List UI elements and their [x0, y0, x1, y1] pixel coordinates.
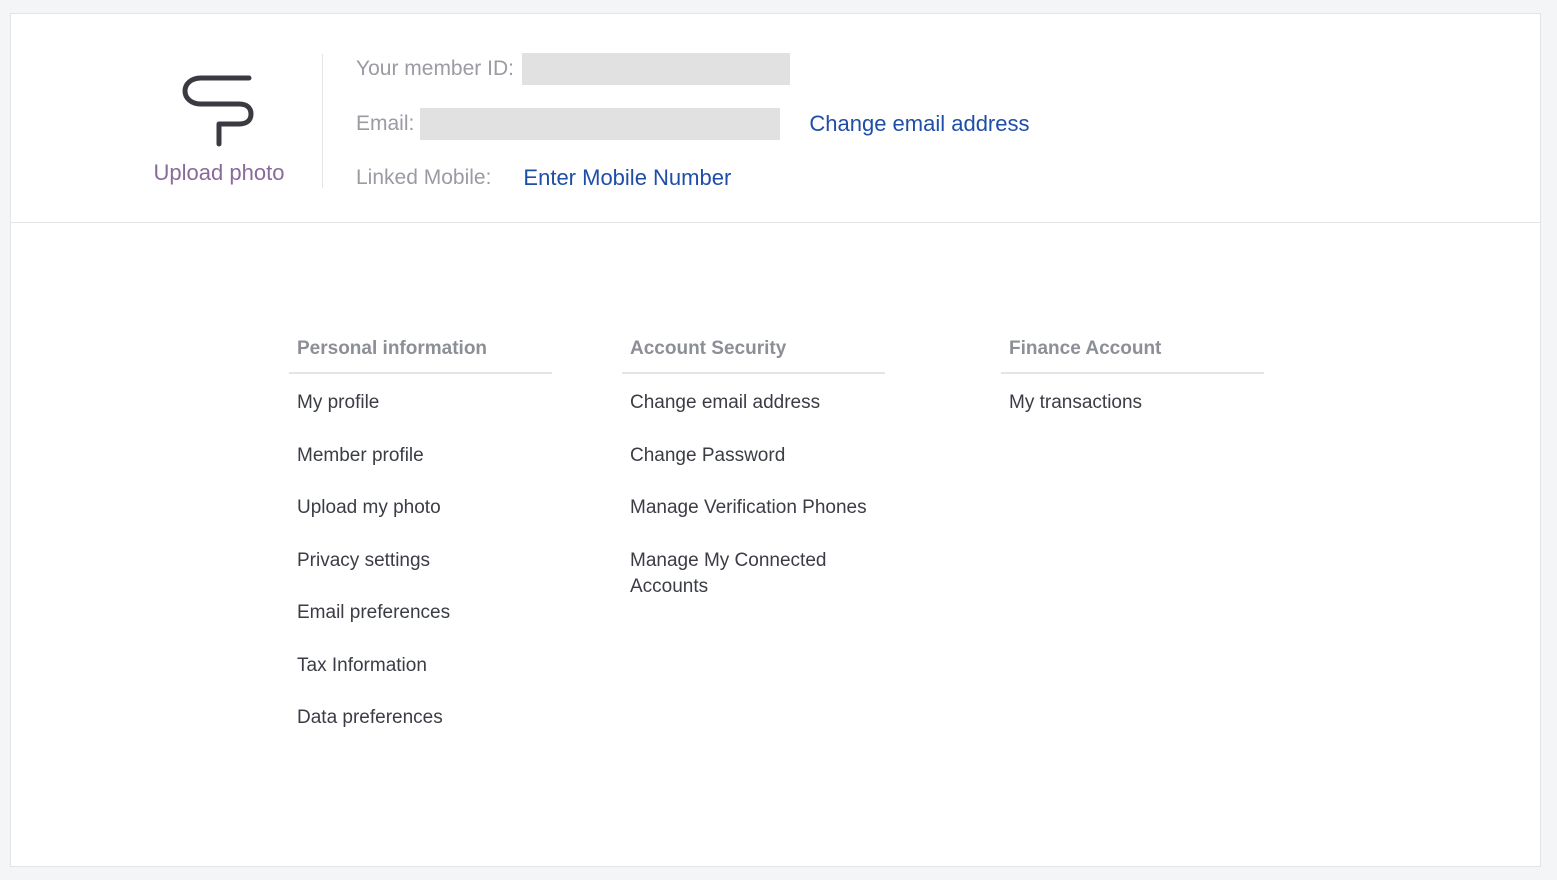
account-security-column: Account Security Change email address Ch… [622, 334, 885, 600]
menu-item-manage-connected-accounts[interactable]: Manage My Connected Accounts [622, 548, 885, 601]
menu-item-privacy-settings[interactable]: Privacy settings [289, 548, 552, 601]
menu-item-tax-information[interactable]: Tax Information [289, 653, 552, 706]
menu-item-member-profile[interactable]: Member profile [289, 443, 552, 496]
avatar[interactable]: Upload photo [139, 64, 299, 194]
member-id-label: Your member ID: [356, 57, 514, 80]
menu-item-my-profile[interactable]: My profile [289, 390, 552, 443]
change-email-link[interactable]: Change email address [809, 111, 1029, 137]
menu-item-change-password[interactable]: Change Password [622, 443, 885, 496]
email-row: Email: Change email address [356, 107, 1030, 141]
personal-information-column: Personal information My profile Member p… [289, 334, 552, 758]
profile-logo-icon [182, 75, 254, 147]
finance-account-list: My transactions [1001, 374, 1264, 443]
personal-information-list: My profile Member profile Upload my phot… [289, 374, 552, 758]
menu-item-change-email-address[interactable]: Change email address [622, 390, 885, 443]
member-id-row: Your member ID: [356, 52, 790, 86]
menu-item-data-preferences[interactable]: Data preferences [289, 705, 552, 758]
menu-item-my-transactions[interactable]: My transactions [1001, 390, 1264, 443]
account-security-list: Change email address Change Password Man… [622, 374, 885, 600]
menu-item-upload-my-photo[interactable]: Upload my photo [289, 495, 552, 548]
upload-photo-link[interactable]: Upload photo [139, 160, 299, 186]
linked-mobile-row: Linked Mobile: Enter Mobile Number [356, 161, 731, 195]
finance-account-title: Finance Account [1001, 334, 1264, 374]
account-security-title: Account Security [622, 334, 885, 374]
finance-account-column: Finance Account My transactions [1001, 334, 1264, 443]
email-label: Email: [356, 112, 415, 135]
menu-item-manage-verification-phones[interactable]: Manage Verification Phones [622, 495, 885, 548]
header-divider [322, 54, 323, 188]
linked-mobile-label: Linked Mobile: [356, 166, 492, 189]
account-settings-card: Upload photo Your member ID: Email: Chan… [10, 13, 1541, 867]
menu-item-email-preferences[interactable]: Email preferences [289, 600, 552, 653]
personal-information-title: Personal information [289, 334, 552, 374]
member-id-masked-value [521, 53, 790, 85]
enter-mobile-link[interactable]: Enter Mobile Number [523, 165, 731, 191]
email-masked-value [420, 108, 781, 140]
account-header: Upload photo Your member ID: Email: Chan… [11, 14, 1540, 223]
